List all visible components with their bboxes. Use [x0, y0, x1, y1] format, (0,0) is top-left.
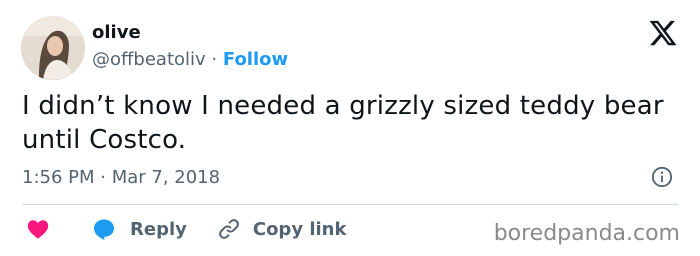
avatar-photo — [21, 16, 85, 80]
heart-icon — [27, 220, 49, 239]
divider — [22, 204, 678, 205]
like-button[interactable] — [26, 217, 50, 241]
author-handle[interactable]: @offbeatoliv — [92, 49, 206, 70]
copy-link-button[interactable]: Copy link — [217, 217, 347, 241]
separator-dot: · — [211, 49, 218, 70]
reply-label: Reply — [130, 218, 187, 240]
author-handle-line: @offbeatoliv · Follow — [92, 48, 288, 72]
copy-link-label: Copy link — [252, 218, 347, 240]
link-icon — [218, 219, 239, 239]
info-icon[interactable] — [651, 166, 673, 188]
author-name[interactable]: olive — [92, 22, 141, 44]
reply-button[interactable]: Reply — [92, 217, 187, 241]
tweet-actions: Reply Copy link — [26, 216, 346, 242]
follow-button[interactable]: Follow — [223, 49, 288, 70]
tweet-text: I didn’t know I needed a grizzly sized t… — [22, 91, 664, 155]
avatar[interactable] — [21, 16, 85, 80]
tweet-timestamp[interactable]: 1:56 PM · Mar 7, 2018 — [22, 165, 220, 191]
speech-bubble-icon — [94, 219, 114, 240]
x-logo-icon[interactable] — [648, 18, 678, 48]
watermark: boredpanda.com — [493, 221, 680, 246]
